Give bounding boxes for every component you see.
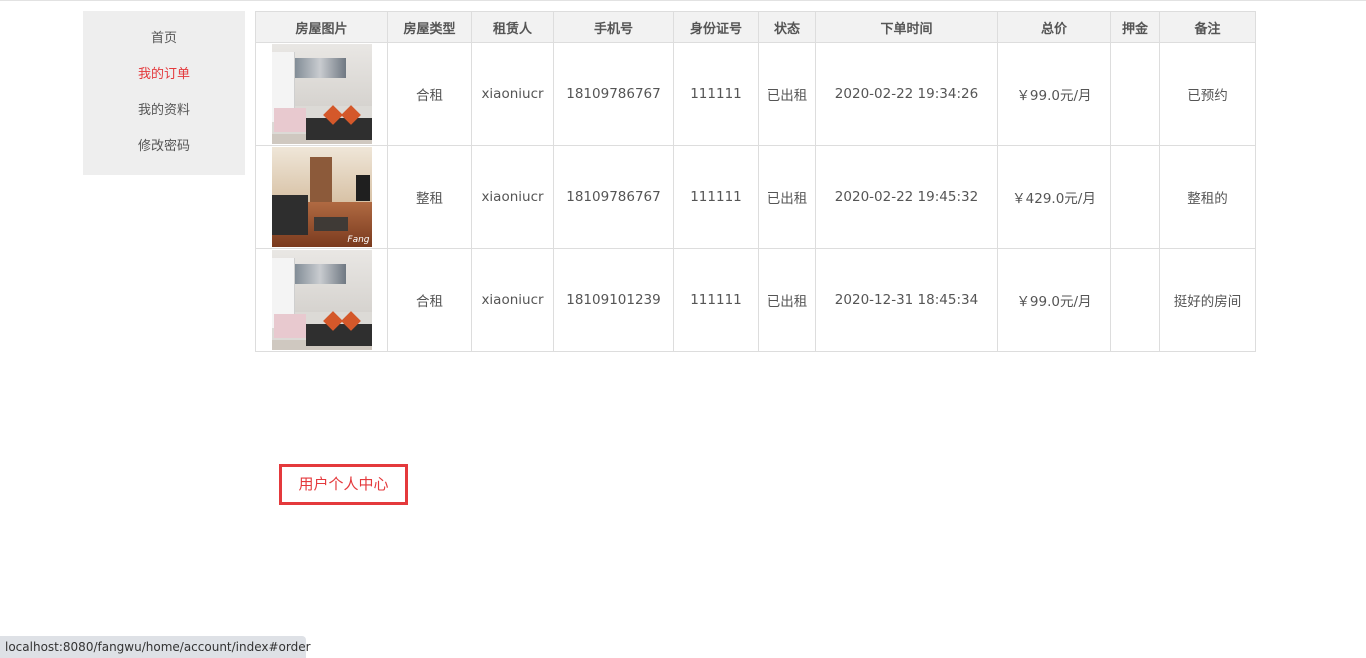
- cell-deposit: [1110, 42, 1160, 146]
- cell-note: 已预约: [1159, 42, 1256, 146]
- orders-table: 房屋图片 房屋类型 租赁人 手机号 身份证号 状态 下单时间 总价 押金 备注 …: [255, 11, 1256, 352]
- header-order-time: 下单时间: [815, 11, 998, 43]
- cell-status: 已出租: [758, 248, 816, 352]
- cell-order-time: 2020-02-22 19:45:32: [815, 145, 998, 249]
- sidebar-item-my-profile[interactable]: 我的资料: [83, 99, 245, 135]
- cell-total-price: ￥99.0元/月: [997, 248, 1111, 352]
- cell-id-number: 111111: [673, 145, 759, 249]
- cell-tenant: xiaoniucr: [471, 248, 554, 352]
- cell-phone: 18109786767: [553, 42, 674, 146]
- cell-total-price: ￥99.0元/月: [997, 42, 1111, 146]
- header-status: 状态: [758, 11, 816, 43]
- sidebar-item-home[interactable]: 首页: [83, 27, 245, 63]
- header-phone: 手机号: [553, 11, 674, 43]
- room-photo-whole[interactable]: Fang: [271, 147, 372, 247]
- table-row: 合租 xiaoniucr 18109786767 111111 已出租 2020…: [255, 42, 1256, 146]
- cell-deposit: [1110, 248, 1160, 352]
- room-photo-shared[interactable]: [271, 250, 372, 350]
- cell-house-type: 合租: [387, 248, 472, 352]
- header-tenant: 租赁人: [471, 11, 554, 43]
- cell-tenant: xiaoniucr: [471, 145, 554, 249]
- cell-phone: 18109101239: [553, 248, 674, 352]
- cell-house-image: Fang: [255, 145, 388, 249]
- sidebar-item-change-password[interactable]: 修改密码: [83, 135, 245, 171]
- cell-status: 已出租: [758, 145, 816, 249]
- header-total-price: 总价: [997, 11, 1111, 43]
- sidebar-item-my-orders[interactable]: 我的订单: [83, 63, 245, 99]
- browser-status-url: localhost:8080/fangwu/home/account/index…: [0, 636, 311, 658]
- table-header-row: 房屋图片 房屋类型 租赁人 手机号 身份证号 状态 下单时间 总价 押金 备注: [255, 11, 1256, 43]
- cell-status: 已出租: [758, 42, 816, 146]
- room-photo-shared[interactable]: [271, 44, 372, 144]
- top-divider: [0, 0, 1366, 1]
- cell-tenant: xiaoniucr: [471, 42, 554, 146]
- cell-order-time: 2020-12-31 18:45:34: [815, 248, 998, 352]
- cell-phone: 18109786767: [553, 145, 674, 249]
- header-house-type: 房屋类型: [387, 11, 472, 43]
- header-note: 备注: [1159, 11, 1256, 43]
- cell-id-number: 111111: [673, 42, 759, 146]
- cell-id-number: 111111: [673, 248, 759, 352]
- header-house-image: 房屋图片: [255, 11, 388, 43]
- table-row: 合租 xiaoniucr 18109101239 111111 已出租 2020…: [255, 248, 1256, 352]
- account-sidebar: 首页 我的订单 我的资料 修改密码: [83, 11, 245, 175]
- cell-order-time: 2020-02-22 19:34:26: [815, 42, 998, 146]
- header-id-number: 身份证号: [673, 11, 759, 43]
- cell-house-type: 整租: [387, 145, 472, 249]
- user-center-badge[interactable]: 用户个人中心: [279, 464, 408, 505]
- cell-total-price: ￥429.0元/月: [997, 145, 1111, 249]
- cell-note: 挺好的房间: [1159, 248, 1256, 352]
- cell-deposit: [1110, 145, 1160, 249]
- header-deposit: 押金: [1110, 11, 1160, 43]
- cell-house-type: 合租: [387, 42, 472, 146]
- table-row: Fang 整租 xiaoniucr 18109786767 111111 已出租…: [255, 145, 1256, 249]
- cell-note: 整租的: [1159, 145, 1256, 249]
- cell-house-image: [255, 42, 388, 146]
- cell-house-image: [255, 248, 388, 352]
